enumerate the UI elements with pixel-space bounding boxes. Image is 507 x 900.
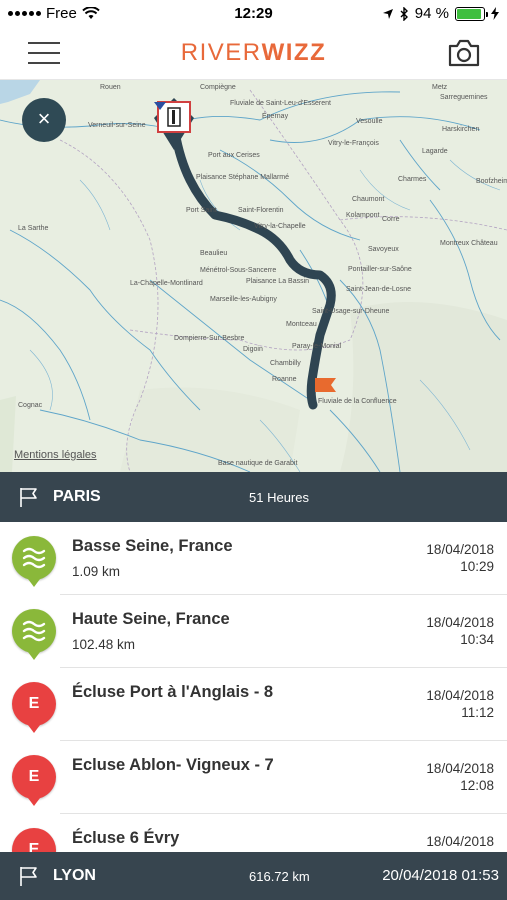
map-place-label: Plaisance La Bassin xyxy=(246,278,310,285)
lock-letter: E xyxy=(28,695,40,712)
legal-mentions-link[interactable]: Mentions légales xyxy=(14,449,97,461)
map-place-label: Charmes xyxy=(398,176,427,183)
map-place-label: Chaumont xyxy=(352,196,385,203)
map-place-label: Kolampont xyxy=(346,212,380,219)
route-end-name: LYON xyxy=(53,867,96,884)
item-distance: 102.48 km xyxy=(72,637,136,652)
map-place-label: Compiègne xyxy=(200,84,236,91)
map-place-label: Port Saint xyxy=(186,207,217,214)
item-date: 18/04/2018 xyxy=(426,688,494,703)
map-place-label: Boofzheim xyxy=(476,178,507,185)
status-right: 94 % xyxy=(382,5,499,22)
map-place-label: Épernay xyxy=(262,113,289,120)
map-place-label: Roanne xyxy=(272,376,297,383)
map-place-label: Base nautique de Garabit xyxy=(218,460,298,467)
map-place-label: Dompierre-Sur-Besbre xyxy=(174,335,245,342)
map-place-label: Fluviale de la Confluence xyxy=(318,398,397,405)
list-item[interactable]: E Écluse Port à l'Anglais - 8 18/04/2018 11… xyxy=(0,668,507,741)
flag-icon xyxy=(20,867,37,886)
status-bar: Free 12:29 94 % xyxy=(0,0,507,28)
item-time: 10:29 xyxy=(460,559,494,574)
map-place-label: Savoyeux xyxy=(368,246,399,253)
route-end-bar[interactable]: LYON 616.72 km 20/04/2018 01:53 xyxy=(0,852,507,900)
location-arrow-icon xyxy=(382,8,393,19)
waves-icon xyxy=(12,609,56,660)
item-title: Ecluse Ablon- Vigneux - 7 xyxy=(72,756,274,774)
map-place-label: Lagarde xyxy=(422,148,448,155)
charging-bolt-icon xyxy=(491,7,499,20)
map-place-label: Plaisance Stéphane Mallarmé xyxy=(196,174,289,181)
map-place-label: Verneuil-sur-Seine xyxy=(88,122,146,129)
lock-badge-icon: E xyxy=(12,755,56,806)
item-time: 11:12 xyxy=(461,705,494,720)
map-place-label: Marseille-les-Aubigny xyxy=(210,296,277,303)
item-date: 18/04/2018 xyxy=(426,615,494,630)
route-duration: 51 Heures xyxy=(249,490,309,505)
list-item[interactable]: E Ecluse Ablon- Vigneux - 7 18/04/2018 12:0… xyxy=(0,741,507,814)
close-icon: × xyxy=(37,106,51,131)
map-place-label: Montceau xyxy=(286,321,317,328)
list-item[interactable]: E Écluse 6 Évry 18/04/2018 xyxy=(0,814,507,852)
app-header: RIVERWIZZ xyxy=(0,28,507,80)
list-item[interactable]: Basse Seine, France 1.09 km 18/04/2018 10:2… xyxy=(0,522,507,595)
list-item[interactable]: Haute Seine, France 102.48 km 18/04/2018 10… xyxy=(0,595,507,668)
route-map[interactable]: Rouen Compiègne Verneuil-sur-Seine Fluviale… xyxy=(0,80,507,472)
item-date: 18/04/2018 xyxy=(426,834,494,849)
lock-letter: E xyxy=(28,841,40,852)
map-place-label: Ménétrol-Sous-Sancerre xyxy=(200,267,277,274)
item-title: Basse Seine, France xyxy=(72,537,233,555)
map-place-label: La Sarthe xyxy=(18,225,49,232)
map-place-label: Rouen xyxy=(100,84,121,91)
close-map-button[interactable]: × xyxy=(22,98,66,142)
battery-percent: 94 % xyxy=(414,5,449,22)
camera-icon[interactable] xyxy=(447,38,481,68)
item-title: Écluse 6 Évry xyxy=(72,829,180,847)
item-date: 18/04/2018 xyxy=(426,542,494,557)
map-place-label: Digoin xyxy=(243,346,263,353)
map-place-label: Chambilly xyxy=(270,360,301,367)
item-title: Écluse Port à l'Anglais - 8 xyxy=(72,683,274,701)
item-time: 12:08 xyxy=(460,778,494,793)
map-place-label: Port aux Cerises xyxy=(208,152,260,159)
map-place-label: Corre xyxy=(382,216,400,223)
map-place-label: Vitry-le-François xyxy=(328,140,379,147)
map-place-label: Fluviale de Saint-Leu-d'Esserent xyxy=(230,100,331,107)
battery-icon xyxy=(455,6,488,21)
item-distance: 1.09 km xyxy=(72,564,121,579)
map-place-label: Vitry-la-Chapelle xyxy=(254,223,306,230)
lock-badge-icon: E xyxy=(12,682,56,733)
item-date: 18/04/2018 xyxy=(426,761,494,776)
waypoint-list[interactable]: Basse Seine, France 1.09 km 18/04/2018 10:2… xyxy=(0,522,507,852)
map-place-label: Beaulieu xyxy=(200,250,228,257)
map-place-label: Metz xyxy=(432,84,448,91)
map-place-label: La-Chapelle-Montlinard xyxy=(130,280,203,287)
map-place-label: Saint-Jean-de-Losne xyxy=(346,286,411,293)
map-place-label: Harskirchen xyxy=(442,126,480,133)
map-place-label: Montreux Château xyxy=(440,240,498,247)
lock-letter: E xyxy=(28,768,40,785)
bluetooth-icon xyxy=(400,6,408,21)
app-logo: RIVERWIZZ xyxy=(180,39,327,66)
route-arrival-datetime: 20/04/2018 01:53 xyxy=(382,867,499,884)
route-distance: 616.72 km xyxy=(249,869,310,884)
map-canvas xyxy=(0,80,507,472)
item-title: Haute Seine, France xyxy=(72,610,230,628)
flag-icon xyxy=(20,488,37,507)
map-place-label: Vesoulle xyxy=(356,118,383,125)
map-place-label: Saint-Usage-sur-Dheune xyxy=(312,308,390,315)
lock-badge-icon: E xyxy=(12,828,56,852)
map-place-label: Paray-le-Monial xyxy=(292,343,342,350)
map-place-label: Cognac xyxy=(18,402,43,409)
item-time: 10:34 xyxy=(460,632,494,647)
map-place-label: Sarreguemines xyxy=(440,94,488,101)
waves-icon xyxy=(12,536,56,587)
map-place-label: Saint-Florentin xyxy=(238,207,284,214)
route-start-name: PARIS xyxy=(53,488,101,505)
route-start-bar[interactable]: PARIS 51 Heures xyxy=(0,472,507,522)
map-place-label: Pontailler-sur-Saône xyxy=(348,266,412,273)
